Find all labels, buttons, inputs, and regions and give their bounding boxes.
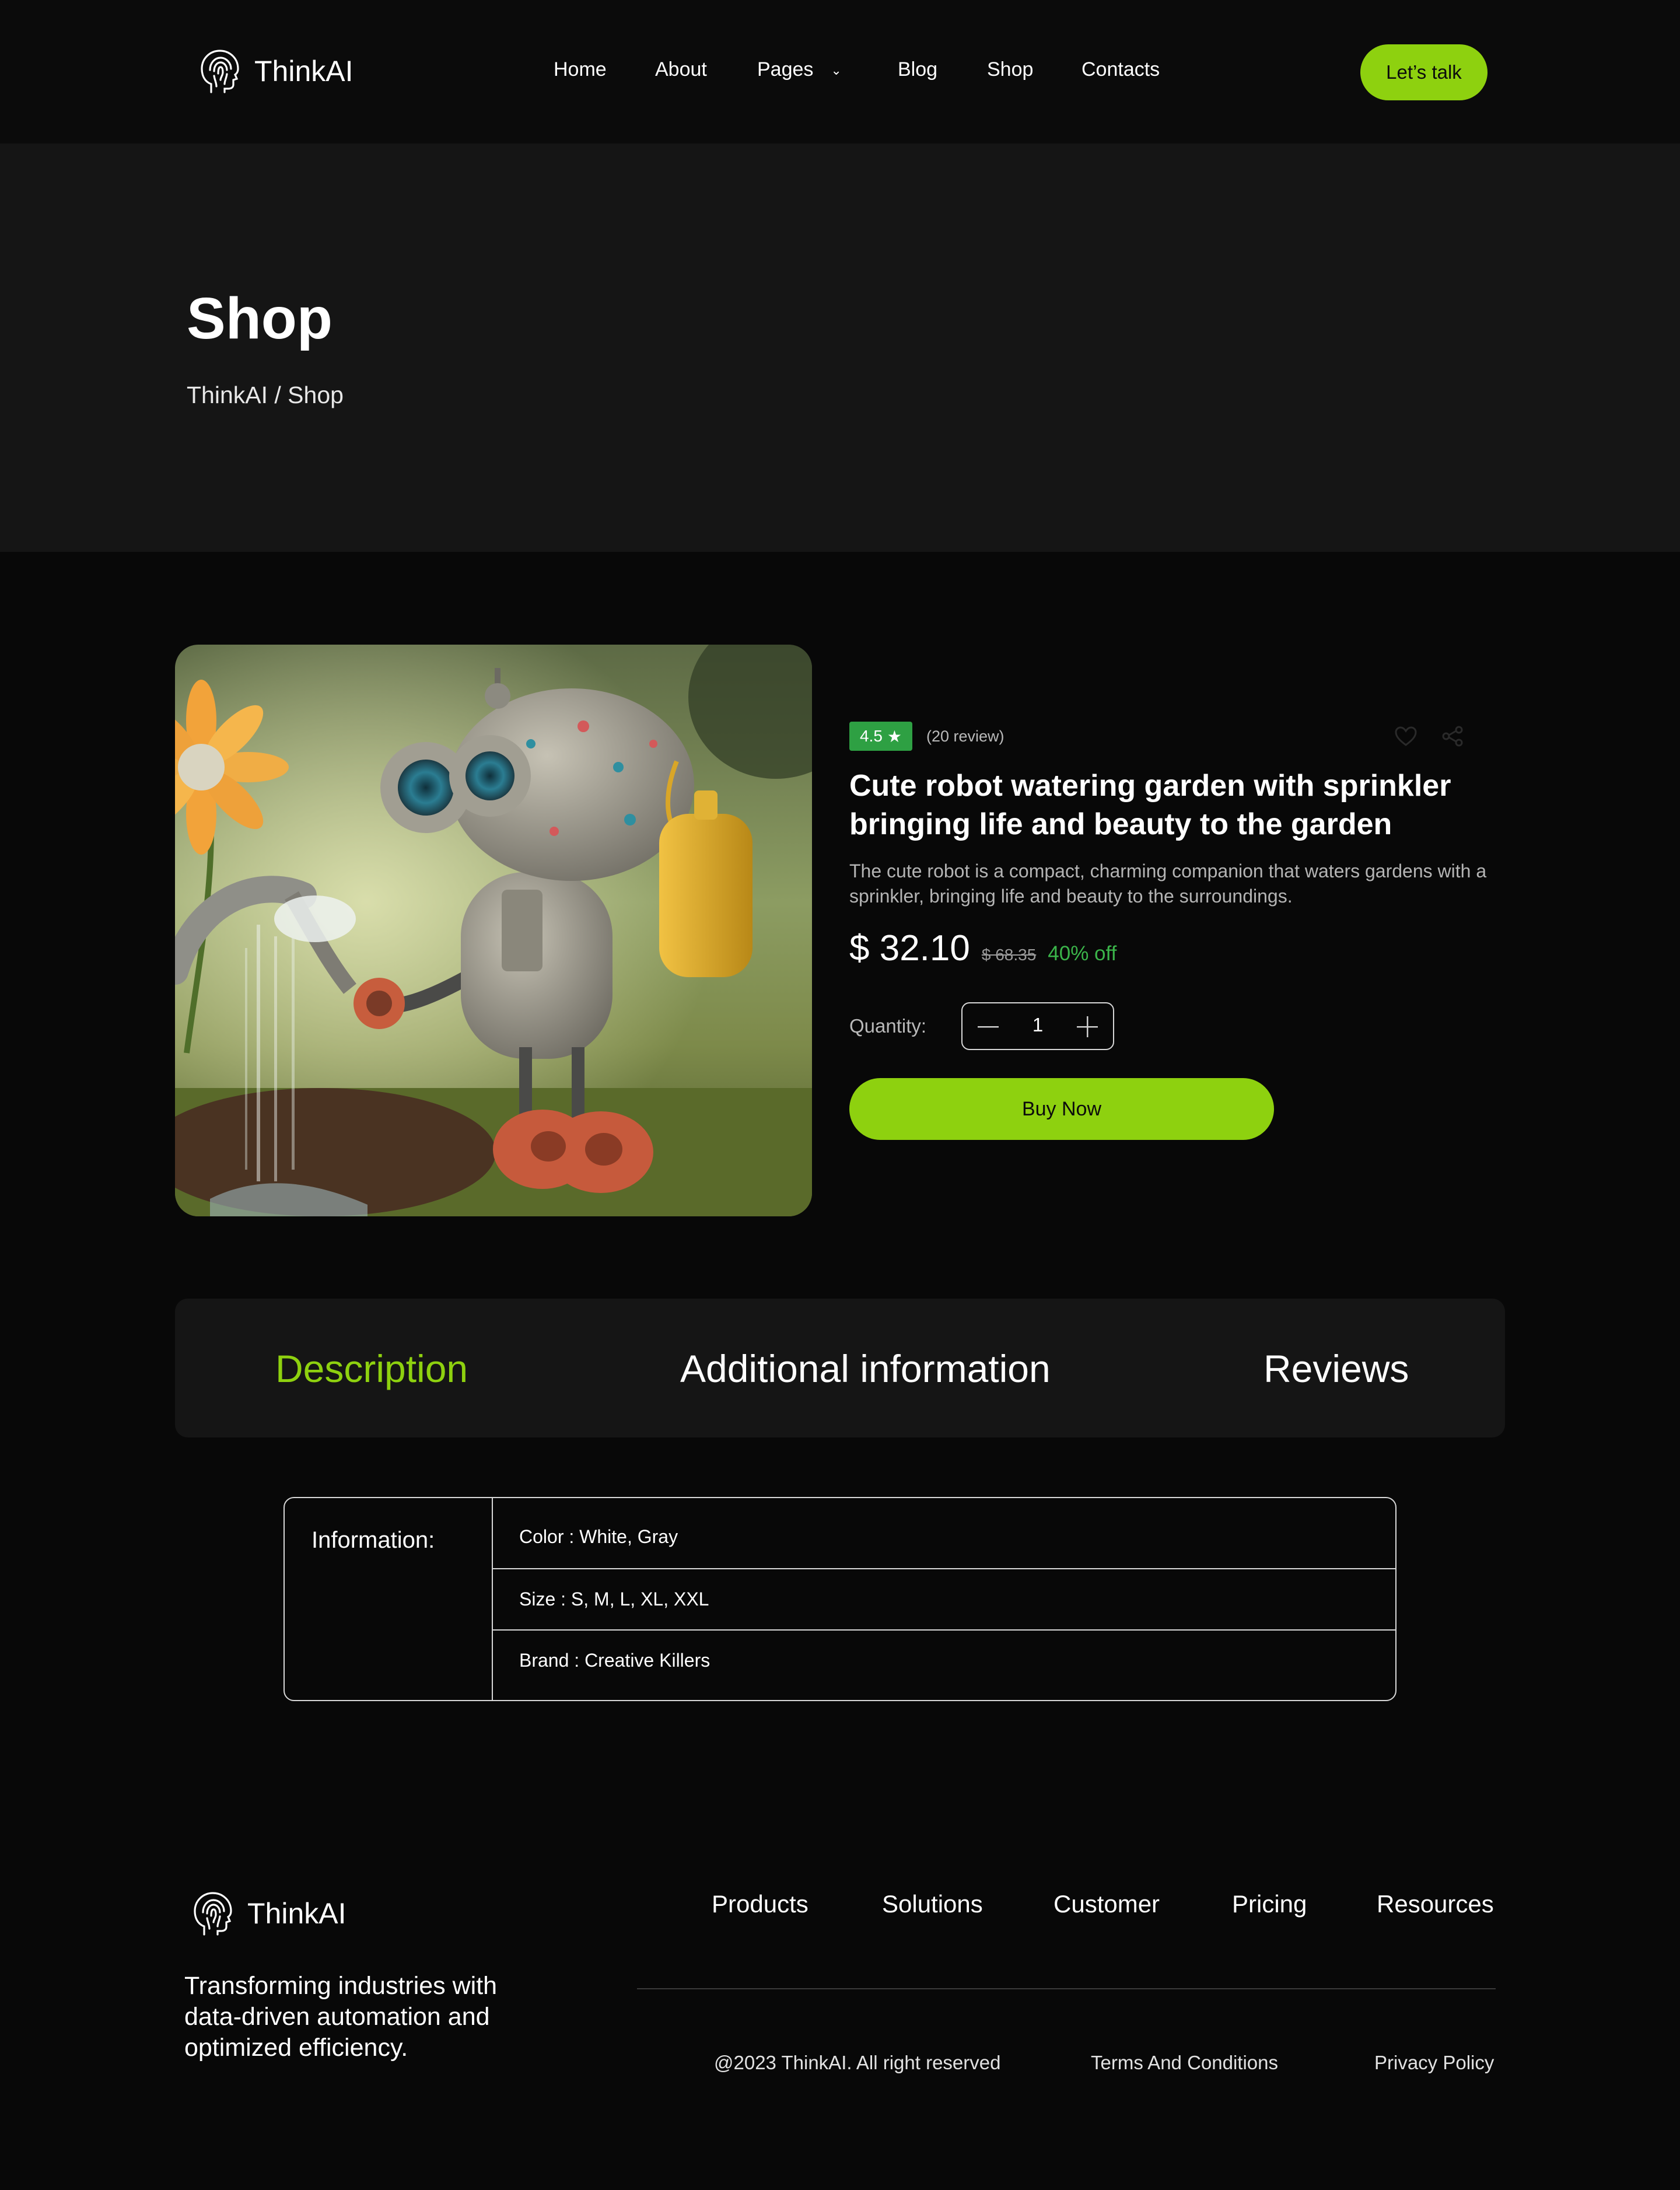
footer-logo-text: ThinkAI xyxy=(247,1897,346,1930)
breadcrumb: ThinkAI / Shop xyxy=(187,382,344,408)
information-table: Information: Color : White, Gray Size : … xyxy=(284,1497,1396,1701)
page-title: Shop xyxy=(187,286,332,351)
nav-blog[interactable]: Blog xyxy=(898,58,937,81)
nav-home[interactable]: Home xyxy=(554,58,607,81)
copyright: @2023 ThinkAI. All right reserved xyxy=(714,2052,1001,2073)
product-tabs: Description Additional information Revie… xyxy=(175,1299,1505,1437)
page-hero: Shop ThinkAI / Shop xyxy=(0,144,1680,552)
rating-badge: 4.5 ★ xyxy=(849,722,912,751)
tab-additional-information[interactable]: Additional information xyxy=(680,1348,1051,1390)
info-row-size: Size : S, M, L, XL, XXL xyxy=(519,1589,709,1610)
head-fingerprint-icon xyxy=(191,1890,235,1937)
footer-link-solutions[interactable]: Solutions xyxy=(882,1890,983,1918)
logo-text: ThinkAI xyxy=(254,55,354,88)
rating-value: 4.5 xyxy=(859,727,883,745)
footer-link-customer[interactable]: Customer xyxy=(1054,1890,1160,1918)
buy-now-button[interactable]: Buy Now xyxy=(849,1078,1274,1140)
product-description: The cute robot is a compact, charming co… xyxy=(849,860,1487,907)
head-fingerprint-icon xyxy=(198,48,242,95)
price-old: $ 68.35 xyxy=(981,946,1037,964)
quantity-stepper: 1 xyxy=(961,1002,1114,1050)
share-icon[interactable] xyxy=(1436,720,1469,753)
nav-about[interactable]: About xyxy=(655,58,707,81)
heart-icon[interactable] xyxy=(1390,720,1422,753)
price-row: $ 32.10 $ 68.35 40% off xyxy=(849,928,1116,969)
header-logo[interactable]: ThinkAI xyxy=(198,48,354,95)
terms-link[interactable]: Terms And Conditions xyxy=(1091,2052,1278,2074)
tab-description[interactable]: Description xyxy=(275,1348,468,1390)
chevron-down-icon: ⌄ xyxy=(831,63,842,78)
minus-icon[interactable] xyxy=(973,1012,1003,1042)
site-header: ThinkAI Home About Pages ⌄ Blog Shop Cont… xyxy=(0,0,1680,144)
nav-shop[interactable]: Shop xyxy=(987,58,1033,81)
footer-link-pricing[interactable]: Pricing xyxy=(1232,1890,1307,1918)
quantity-value[interactable]: 1 xyxy=(1021,1014,1054,1036)
row-divider xyxy=(493,1568,1395,1569)
privacy-link[interactable]: Privacy Policy xyxy=(1374,2052,1494,2074)
tab-reviews[interactable]: Reviews xyxy=(1264,1348,1409,1390)
footer-link-products[interactable]: Products xyxy=(712,1890,808,1918)
product-image xyxy=(175,645,812,1216)
price-current: $ 32.10 xyxy=(849,928,970,968)
footer-logo[interactable]: ThinkAI xyxy=(191,1890,346,1937)
lets-talk-button[interactable]: Let’s talk xyxy=(1360,44,1488,100)
quantity-label: Quantity: xyxy=(849,1015,927,1037)
nav-pages[interactable]: Pages ⌄ xyxy=(757,58,842,81)
info-row-color: Color : White, Gray xyxy=(519,1526,678,1547)
information-label: Information: xyxy=(312,1527,435,1553)
discount-label: 40% off xyxy=(1048,942,1117,965)
info-row-brand: Brand : Creative Killers xyxy=(519,1650,710,1671)
product-title: Cute robot watering garden with sprinkle… xyxy=(849,769,1451,841)
nav-contacts[interactable]: Contacts xyxy=(1082,58,1160,81)
row-divider xyxy=(493,1629,1395,1631)
footer-link-resources[interactable]: Resources xyxy=(1377,1890,1494,1918)
review-count[interactable]: (20 review) xyxy=(926,727,1005,746)
footer-tagline: Transforming industries with data-driven… xyxy=(184,1972,498,2062)
star-icon: ★ xyxy=(887,727,902,746)
plus-icon[interactable] xyxy=(1072,1012,1102,1042)
footer-divider xyxy=(637,1988,1496,1989)
nav-pages-label: Pages xyxy=(757,58,814,81)
table-divider xyxy=(492,1498,493,1700)
